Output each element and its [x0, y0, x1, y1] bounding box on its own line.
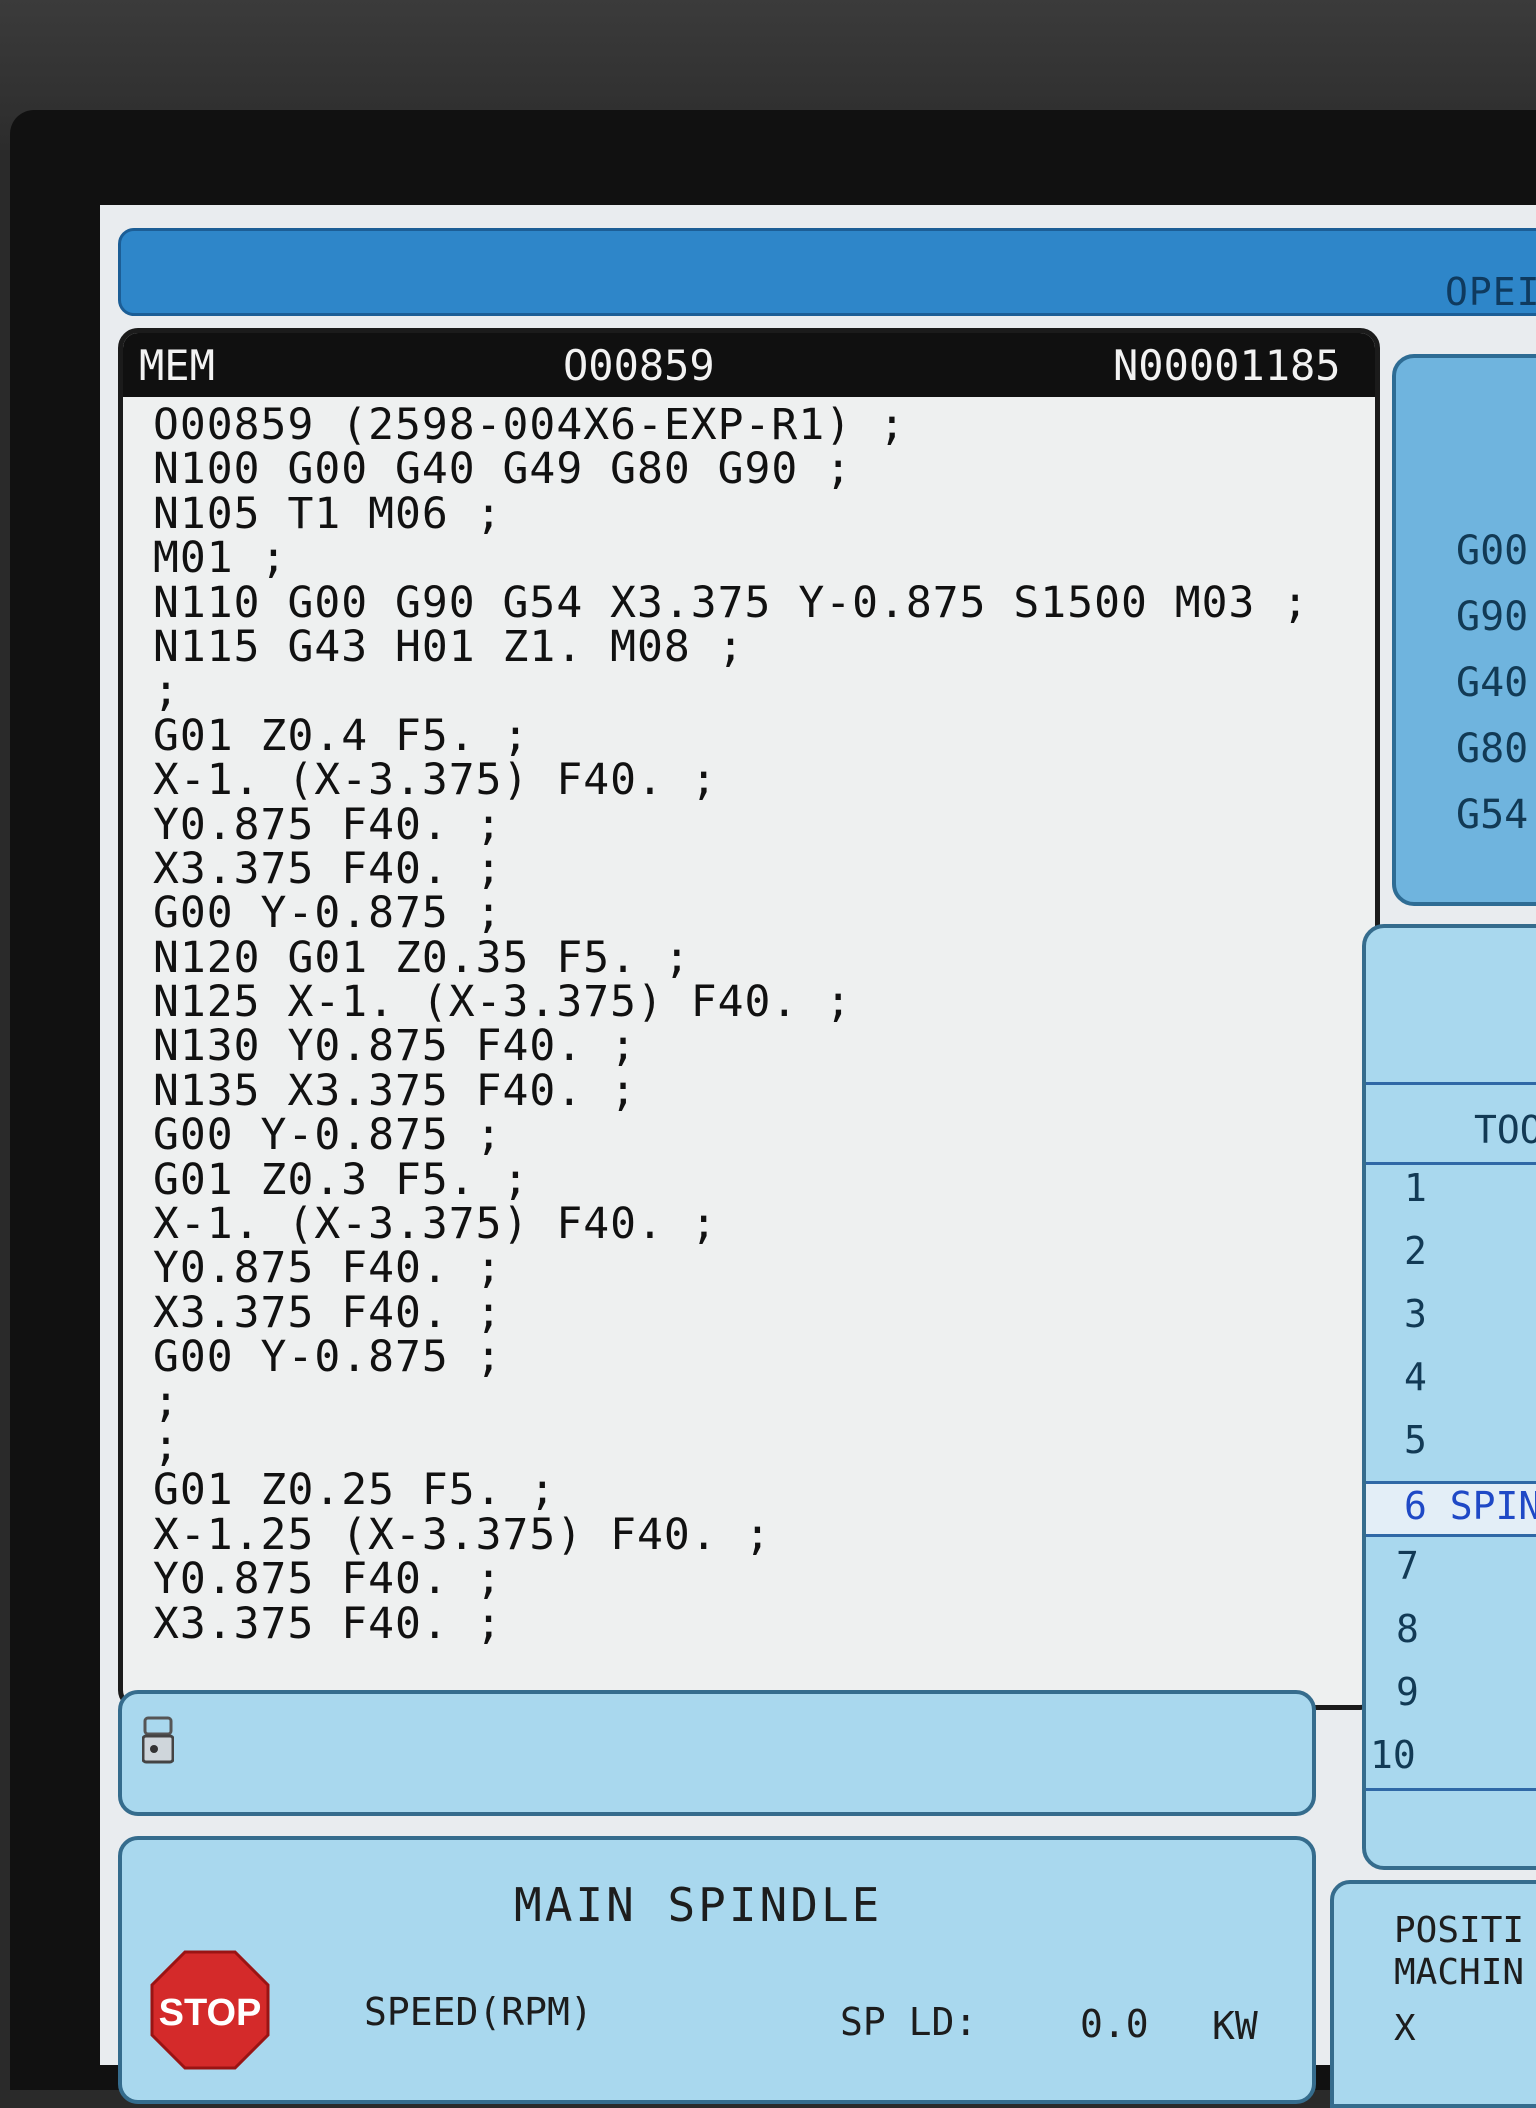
modal-code: G00	[1456, 528, 1529, 574]
program-header: MEM O00859 N00001185	[123, 333, 1375, 397]
spindle-title: MAIN SPINDLE	[514, 1878, 883, 1932]
program-line[interactable]: N115 G43 H01 Z1. M08 ;	[153, 625, 1363, 670]
tool-row[interactable]: 5	[1404, 1418, 1536, 1468]
machine-label: MACHIN	[1394, 1952, 1525, 1993]
tool-row[interactable]: 7	[1396, 1544, 1536, 1594]
speed-label: SPEED(RPM)	[364, 1990, 593, 2034]
spindle-load-value: 0.0	[1080, 2002, 1149, 2046]
spindle-load-label: SP LD:	[840, 2000, 978, 2044]
program-line[interactable]: X-1. (X-3.375) F40. ;	[153, 1202, 1363, 1247]
operation-label: OPEI	[1445, 270, 1536, 314]
program-line[interactable]: G01 Z0.25 F5. ;	[153, 1468, 1363, 1513]
program-line[interactable]: N100 G00 G40 G49 G80 G90 ;	[153, 447, 1363, 492]
tool-row-active[interactable]: 6 SPIN	[1366, 1481, 1536, 1537]
program-line[interactable]: N105 T1 M06 ;	[153, 491, 1363, 536]
modal-code: G40	[1456, 660, 1529, 706]
tool-table-header: TOO	[1474, 1108, 1536, 1152]
program-number: O00859	[563, 341, 715, 390]
stop-label: STOP	[159, 1992, 262, 2034]
program-line[interactable]: G01 Z0.3 F5. ;	[153, 1157, 1363, 1202]
sequence-number: N00001185	[1113, 341, 1341, 390]
program-listing[interactable]: O00859 (2598-004X6-EXP-R1) ; N100 G00 G4…	[153, 403, 1363, 1646]
program-line-current[interactable]: O00859 (2598-004X6-EXP-R1) ;	[153, 400, 906, 450]
tool-row[interactable]: 9	[1396, 1670, 1536, 1720]
program-line[interactable]: ;	[153, 1424, 1363, 1469]
stop-button[interactable]: STOP	[150, 1950, 270, 2070]
divider	[1366, 1162, 1536, 1165]
spindle-load-unit: KW	[1212, 2004, 1258, 2048]
tool-row[interactable]: 10	[1370, 1733, 1536, 1783]
tool-row[interactable]: 2	[1404, 1229, 1536, 1279]
modal-code: G90	[1456, 594, 1529, 640]
program-line[interactable]: Y0.875 F40. ;	[153, 1557, 1363, 1602]
program-line[interactable]: N135 X3.375 F40. ;	[153, 1068, 1363, 1113]
program-line[interactable]: G00 Y-0.875 ;	[153, 1113, 1363, 1158]
program-line[interactable]: Y0.875 F40. ;	[153, 1246, 1363, 1291]
position-label: POSITI	[1394, 1910, 1525, 1951]
program-line[interactable]: X-1. (X-3.375) F40. ;	[153, 758, 1363, 803]
divider	[1366, 1788, 1536, 1791]
program-line[interactable]: X3.375 F40. ;	[153, 1290, 1363, 1335]
tool-row[interactable]: 8	[1396, 1607, 1536, 1657]
tool-row[interactable]: 1	[1404, 1166, 1536, 1216]
x-axis-label: X	[1394, 2008, 1416, 2049]
program-line[interactable]: X-1.25 (X-3.375) F40. ;	[153, 1512, 1363, 1557]
top-status-bar	[118, 228, 1536, 316]
program-line[interactable]: X3.375 F40. ;	[153, 1601, 1363, 1646]
lock-icon[interactable]	[142, 1716, 174, 1764]
divider	[1366, 1082, 1536, 1085]
modal-codes-panel: G00 G90 G40 G80 G54	[1392, 354, 1536, 906]
main-spindle-panel: MAIN SPINDLE STOP SPEED(RPM) SP LD: 0.0 …	[118, 1836, 1316, 2104]
program-line[interactable]: G01 Z0.4 F5. ;	[153, 713, 1363, 758]
program-line[interactable]: M01 ;	[153, 536, 1363, 581]
tool-row[interactable]: 3	[1404, 1292, 1536, 1342]
modal-code: G80	[1456, 726, 1529, 772]
program-line[interactable]: ;	[153, 1379, 1363, 1424]
program-line[interactable]: G00 Y-0.875 ;	[153, 1335, 1363, 1380]
program-line[interactable]: Y0.875 F40. ;	[153, 802, 1363, 847]
program-panel[interactable]: MEM O00859 N00001185 O00859 (2598-004X6-…	[118, 328, 1380, 1710]
tool-row[interactable]: 4	[1404, 1355, 1536, 1405]
program-line[interactable]: X3.375 F40. ;	[153, 847, 1363, 892]
program-line[interactable]: ;	[153, 669, 1363, 714]
tool-table-panel: TOO 1 2 3 4 5 6 SPIN 7 8 9 10	[1362, 924, 1536, 1870]
mode-indicator: MEM	[139, 341, 215, 390]
program-line[interactable]: N110 G00 G90 G54 X3.375 Y-0.875 S1500 M0…	[153, 580, 1363, 625]
program-line[interactable]: N125 X-1. (X-3.375) F40. ;	[153, 980, 1363, 1025]
program-line[interactable]: G00 Y-0.875 ;	[153, 891, 1363, 936]
modal-code: G54	[1456, 792, 1529, 838]
program-line[interactable]: N130 Y0.875 F40. ;	[153, 1024, 1363, 1069]
position-panel: POSITI MACHIN X	[1330, 1880, 1536, 2108]
program-line[interactable]: N120 G01 Z0.35 F5. ;	[153, 935, 1363, 980]
message-panel	[118, 1690, 1316, 1816]
